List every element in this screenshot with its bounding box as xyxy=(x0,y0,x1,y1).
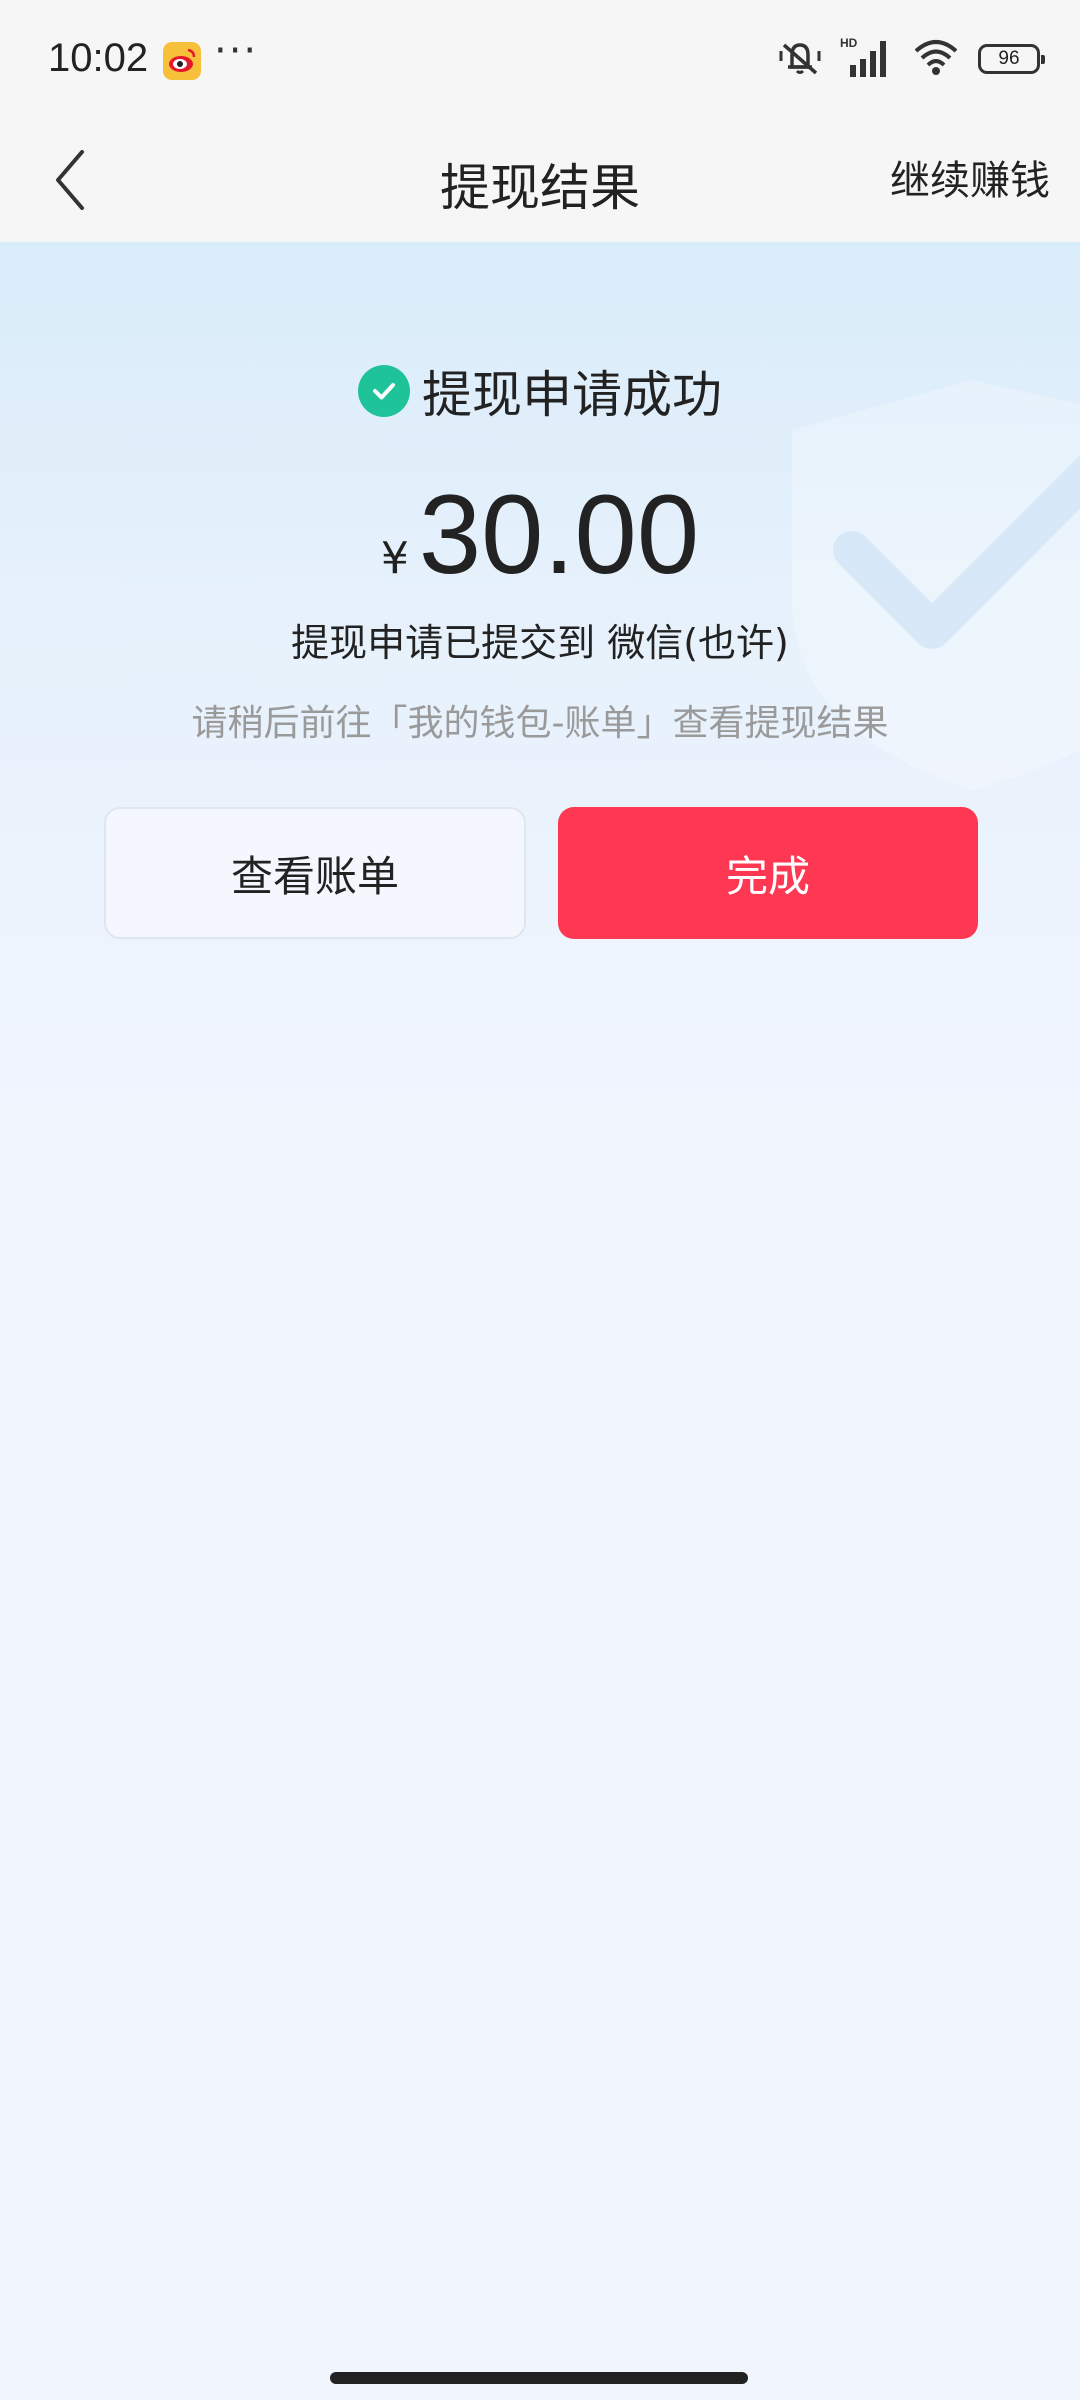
amount-row: ¥ 30.00 xyxy=(0,470,1080,599)
hint-message: 请稍后前往「我的钱包-账单」查看提现结果 xyxy=(191,703,889,744)
mute-vibrate-icon xyxy=(778,37,822,81)
battery-indicator: 96 xyxy=(978,44,1045,74)
home-indicator[interactable] xyxy=(330,2372,748,2384)
status-line: 提现申请成功 xyxy=(0,355,1080,427)
withdraw-amount: 30.00 xyxy=(418,472,700,597)
nav-bar: 提现结果 继续赚钱 xyxy=(0,120,1080,242)
continue-earning-button[interactable]: 继续赚钱 xyxy=(890,148,1050,214)
currency-symbol: ¥ xyxy=(380,533,409,584)
status-title: 提现申请成功 xyxy=(422,366,722,424)
more-notifications-icon: ··· xyxy=(214,28,259,74)
check-circle-icon xyxy=(358,365,410,417)
view-bill-button[interactable]: 查看账单 xyxy=(104,807,526,939)
status-bar: 10:02 ··· HD 96 xyxy=(0,0,1080,120)
system-status-icons: HD 96 xyxy=(778,35,1045,83)
status-time: 10:02 xyxy=(48,36,149,80)
weibo-notification-icon xyxy=(163,42,201,80)
submitted-message: 提现申请已提交到 微信(也许) xyxy=(291,621,789,665)
hd-signal-icon: HD xyxy=(840,35,894,83)
withdraw-result-screen: 10:02 ··· HD 96 提现结果 继续赚钱 提现申请成功 ¥ 30.00… xyxy=(0,0,1080,2400)
done-button[interactable]: 完成 xyxy=(558,807,978,939)
result-panel: 提现申请成功 ¥ 30.00 提现申请已提交到 微信(也许) 请稍后前往「我的钱… xyxy=(0,242,1080,1142)
wifi-icon xyxy=(912,37,960,81)
svg-text:HD: HD xyxy=(840,36,858,50)
